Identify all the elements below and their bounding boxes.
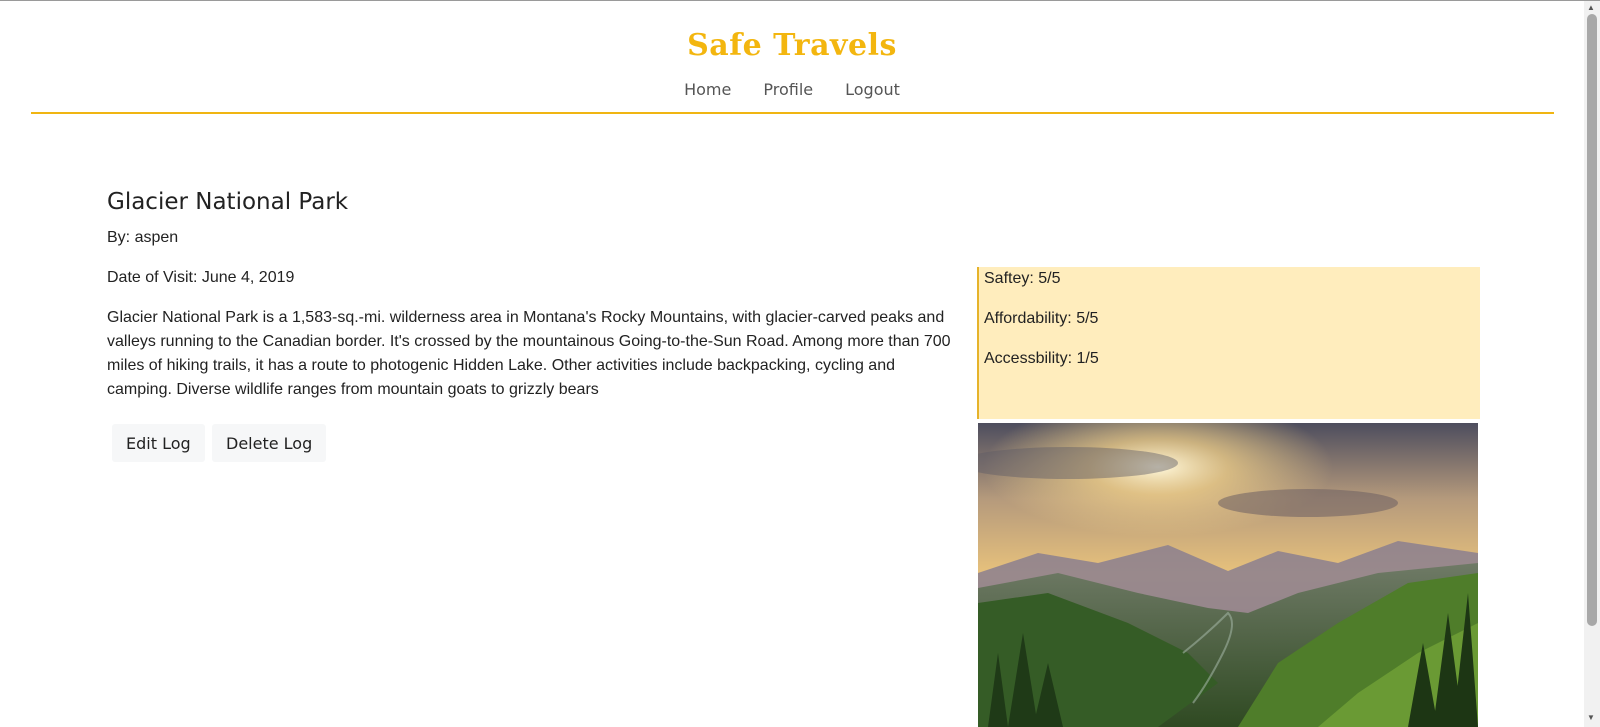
accessibility-rating: Accessbility: 1/5 (984, 350, 1099, 367)
ratings-panel: Saftey: 5/5 Affordability: 5/5 Accessbil… (977, 267, 1480, 419)
safety-rating: Saftey: 5/5 (984, 270, 1061, 287)
brand-logo[interactable]: Safe Travels (0, 28, 1584, 63)
park-photo (978, 423, 1478, 727)
log-description: Glacier National Park is a 1,583-sq.-mi.… (107, 309, 951, 398)
edit-log-button[interactable]: Edit Log (112, 424, 205, 462)
nav-profile-link[interactable]: Profile (763, 80, 813, 99)
scrollbar-thumb[interactable] (1587, 14, 1597, 626)
affordability-rating: Affordability: 5/5 (984, 310, 1099, 327)
log-author: By: aspen (107, 229, 179, 246)
mountain-landscape-image (978, 423, 1478, 727)
header-divider (31, 112, 1554, 114)
log-title: Glacier National Park (107, 189, 349, 215)
log-visit-date: Date of Visit: June 4, 2019 (107, 269, 295, 286)
nav-logout-link[interactable]: Logout (845, 80, 900, 99)
delete-log-button[interactable]: Delete Log (212, 424, 327, 462)
scroll-down-arrow-icon[interactable]: ▼ (1587, 713, 1595, 722)
main-nav: Home Profile Logout (0, 80, 1584, 99)
nav-home-link[interactable]: Home (684, 80, 731, 99)
window-top-border (0, 0, 1600, 1)
scroll-up-arrow-icon[interactable]: ▲ (1587, 3, 1595, 12)
